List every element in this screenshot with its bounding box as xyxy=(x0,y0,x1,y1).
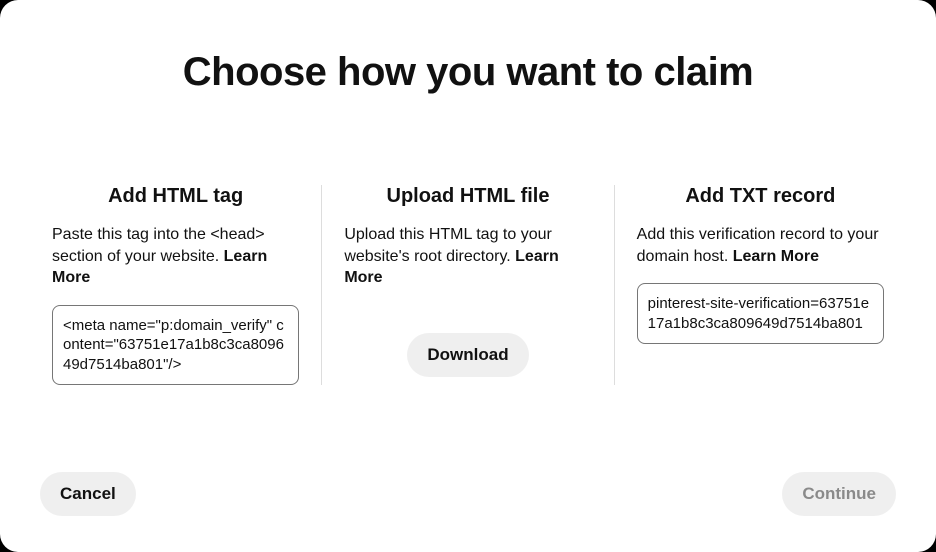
download-button[interactable]: Download xyxy=(407,333,528,377)
modal-footer: Cancel Continue xyxy=(30,472,906,522)
learn-more-link-txt[interactable]: Learn More xyxy=(733,248,819,265)
option-html-tag-heading: Add HTML tag xyxy=(52,185,299,208)
claim-method-modal: Choose how you want to claim Add HTML ta… xyxy=(0,0,936,552)
option-txt-heading: Add TXT record xyxy=(637,185,884,208)
option-txt-description: Add this verification record to your dom… xyxy=(637,224,884,267)
modal-title: Choose how you want to claim xyxy=(30,50,906,95)
option-upload-file: Upload HTML file Upload this HTML tag to… xyxy=(321,185,613,385)
cancel-button[interactable]: Cancel xyxy=(40,472,136,516)
txt-record-code-box[interactable]: pinterest-site-verification=63751e17a1b8… xyxy=(637,283,884,344)
options-row: Add HTML tag Paste this tag into the <he… xyxy=(30,185,906,385)
option-html-tag-description: Paste this tag into the <head> section o… xyxy=(52,224,299,289)
option-html-tag: Add HTML tag Paste this tag into the <he… xyxy=(30,185,321,385)
html-tag-code-box[interactable]: <meta name="p:domain_verify" content="63… xyxy=(52,305,299,386)
option-upload-description: Upload this HTML tag to your website's r… xyxy=(344,224,591,289)
option-txt-record: Add TXT record Add this verification rec… xyxy=(614,185,906,385)
option-upload-heading: Upload HTML file xyxy=(344,185,591,208)
continue-button[interactable]: Continue xyxy=(782,472,896,516)
